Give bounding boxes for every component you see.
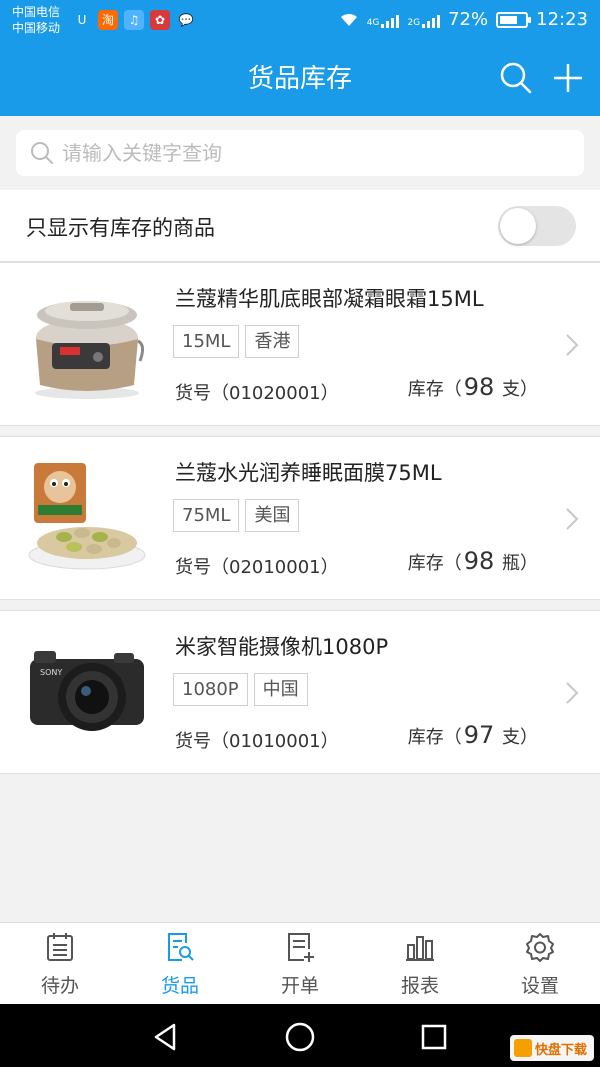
product-stock: 库存（98 瓶） (408, 547, 538, 575)
stock-label: 库存（ (407, 379, 462, 400)
product-tags: 15ML 香港 (173, 325, 300, 358)
todo-calendar-icon (47, 933, 73, 961)
title-bar: 货品库存 (0, 40, 600, 116)
product-item[interactable]: SONY 米家智能摄像机1080P 1080P 中国 货号（01010001） … (0, 610, 600, 774)
header-search-button[interactable] (496, 58, 536, 98)
carrier-1: 中国电信 (12, 5, 61, 19)
chevron-right-icon (566, 508, 579, 530)
stock-unit: 支） (496, 727, 538, 748)
stock-filter-row: 只显示有库存的商品 (0, 190, 600, 262)
product-origin-tag: 中国 (253, 673, 308, 706)
wifi-icon (340, 13, 357, 26)
watermark: 快盘下载 (510, 1035, 594, 1061)
rice-cooker-image (35, 301, 145, 399)
stock-filter-label: 只显示有库存的商品 (26, 216, 215, 240)
add-goods-button[interactable] (548, 58, 588, 98)
product-spec-tag: 15ML (173, 325, 240, 358)
product-name: 兰蔻水光润养睡眠面膜75ML (175, 461, 442, 485)
nav-todo-label: 待办 (40, 975, 79, 997)
product-item[interactable]: 兰蔻水光润养睡眠面膜75ML 75ML 美国 货号（02010001） 库存（9… (0, 436, 600, 600)
pistachio-image (28, 463, 146, 570)
chevron-right-icon (566, 334, 579, 356)
watermark-text: 快盘下载 (535, 1042, 588, 1058)
music-icon: ♫ (124, 10, 144, 30)
product-code: 货号（01010001） (175, 731, 339, 752)
chevron-right-icon (566, 682, 579, 704)
nav-goods-label: 货品 (160, 975, 199, 997)
recents-icon[interactable] (418, 1021, 450, 1053)
huawei-icon: ✿ (150, 10, 170, 30)
signal-2-icon (422, 12, 441, 28)
notification-icons: U 淘 ♫ ✿ 💬 (72, 10, 196, 30)
status-right: 4G 2G 72% 12:23 (339, 9, 588, 30)
nav-todo[interactable]: 待办 (0, 923, 120, 1004)
product-name: 兰蔻精华肌底眼部凝霜眼霜15ML (175, 287, 484, 311)
home-icon[interactable] (284, 1021, 316, 1053)
search-field-icon (31, 142, 53, 164)
stock-label: 库存（ (407, 727, 462, 748)
battery-icon (496, 11, 532, 28)
nav-reports[interactable]: 报表 (360, 923, 480, 1004)
watermark-logo-icon (514, 1039, 532, 1057)
product-item[interactable]: 兰蔻精华肌底眼部凝霜眼霜15ML 15ML 香港 货号（01020001） 库存… (0, 262, 600, 426)
nav-settings[interactable]: 设置 (480, 923, 600, 1004)
signal-1-icon (381, 12, 400, 28)
nav-goods[interactable]: 货品 (120, 923, 240, 1004)
clock: 12:23 (536, 9, 588, 30)
toggle-knob (500, 208, 536, 244)
product-tags: 75ML 美国 (173, 499, 300, 532)
goods-search-icon (168, 933, 194, 961)
new-order-icon (288, 933, 314, 962)
product-name: 米家智能摄像机1080P (175, 635, 389, 659)
stock-count: 97 (463, 721, 495, 749)
product-origin-tag: 美国 (245, 499, 300, 532)
carrier-2: 中国移动 (12, 21, 61, 35)
nav-settings-label: 设置 (520, 975, 559, 997)
status-bar: 中国电信 中国移动 U 淘 ♫ ✿ 💬 4G 2G 72% 12:23 (0, 0, 600, 40)
product-stock: 库存（98 支） (408, 373, 538, 401)
search-area (0, 116, 600, 190)
stock-unit: 支） (496, 379, 538, 400)
stock-count: 98 (463, 547, 495, 575)
stock-unit: 瓶） (496, 553, 538, 574)
search-icon (500, 62, 532, 94)
search-input[interactable] (62, 141, 584, 165)
back-icon[interactable] (150, 1021, 182, 1053)
taobao-icon: 淘 (98, 10, 118, 30)
network-type-1: 4G (366, 17, 380, 28)
stock-count: 98 (463, 373, 495, 401)
product-spec-tag: 1080P (173, 673, 248, 706)
system-nav-bar: 快盘下载 (0, 1004, 600, 1067)
product-stock: 库存（97 支） (408, 721, 538, 749)
nav-new-order[interactable]: 开单 (240, 923, 360, 1004)
search-box[interactable] (16, 130, 584, 176)
stock-label: 库存（ (407, 553, 462, 574)
product-code: 货号（01020001） (175, 383, 339, 404)
svg-text:SONY: SONY (40, 668, 62, 677)
nav-new-order-label: 开单 (280, 975, 319, 997)
product-code: 货号（02010001） (175, 557, 339, 578)
battery-percent: 72% (448, 9, 489, 30)
carrier-info: 中国电信 中国移动 (12, 4, 60, 36)
product-tags: 1080P 中国 (173, 673, 308, 706)
product-spec-tag: 75ML (173, 499, 240, 532)
shield-app-icon: U (72, 10, 92, 30)
plus-icon (554, 64, 582, 92)
bottom-nav: 待办 货品 开单 报表 设置 (0, 922, 600, 1004)
gear-icon (526, 933, 554, 962)
camera-image: SONY (30, 651, 144, 731)
chat-icon: 💬 (176, 10, 196, 30)
stock-filter-toggle[interactable] (498, 206, 576, 246)
bar-chart-icon (406, 936, 434, 961)
product-origin-tag: 香港 (245, 325, 300, 358)
network-type-2: 2G (407, 17, 421, 28)
nav-reports-label: 报表 (400, 975, 439, 997)
